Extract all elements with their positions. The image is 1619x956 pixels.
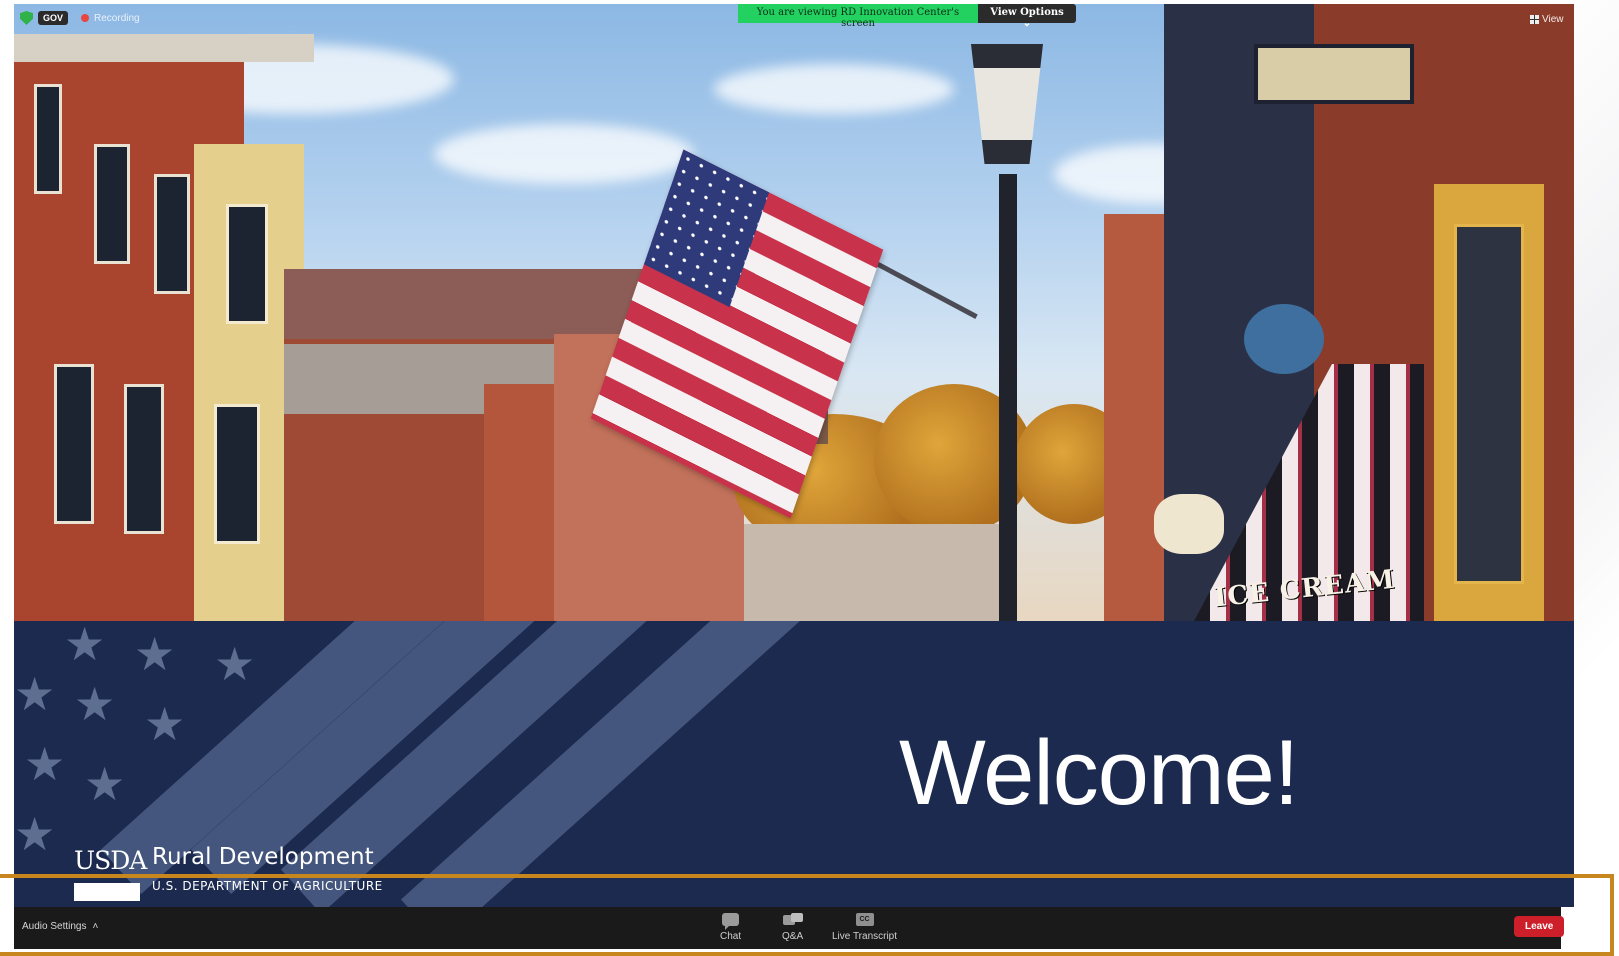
recording-label: Recording (94, 12, 140, 24)
view-options-button[interactable]: View Options ⌄ (978, 4, 1076, 29)
grid-view-icon (1530, 15, 1539, 24)
audio-settings-label: Audio Settings (22, 921, 87, 932)
meeting-status: GOV Recording (20, 11, 140, 25)
qa-label: Q&A (782, 931, 804, 942)
slide-photo: ICE CREAM (14, 4, 1574, 621)
usda-logo-block (74, 883, 140, 901)
usda-logo: USDA (74, 846, 147, 875)
chat-label: Chat (720, 931, 742, 942)
chevron-up-icon: ˄ (92, 921, 99, 932)
lamp-post (999, 174, 1017, 621)
welcome-heading: Welcome! (899, 722, 1299, 824)
agency-name: Rural Development (152, 844, 374, 870)
live-transcript-label: Live Transcript (832, 931, 898, 942)
qa-icon (782, 913, 803, 926)
security-shield-icon[interactable] (20, 11, 33, 25)
meeting-controls-bar: Audio Settings ˄ Chat Q&A CC Live Transc… (14, 907, 1565, 949)
chat-button[interactable]: Chat (720, 911, 741, 942)
leave-button[interactable]: Leave (1514, 916, 1565, 937)
view-toggle-button[interactable]: View (1530, 14, 1564, 25)
view-label: View (1542, 14, 1564, 25)
left-margin (0, 0, 14, 956)
chat-icon (722, 913, 740, 930)
screen-share-banner: You are viewing RD Innovation Center's s… (738, 4, 1076, 29)
recording-dot-icon (81, 14, 90, 22)
usda-logo-underline (74, 875, 140, 878)
street-lamp (971, 44, 1043, 164)
share-message: You are viewing RD Innovation Center's s… (738, 4, 978, 29)
shared-screen: ICE CREAM ★ ★ ★ ★ ★ ★ ★ ★ ★ Welcome! USD… (14, 4, 1574, 907)
closed-caption-icon: CC (855, 913, 874, 926)
audio-settings-button[interactable]: Audio Settings ˄ (22, 921, 98, 932)
slide-footer-band: ★ ★ ★ ★ ★ ★ ★ ★ ★ Welcome! USDA Rural De… (14, 621, 1574, 907)
live-transcript-button[interactable]: CC Live Transcript (832, 911, 897, 942)
qa-button[interactable]: Q&A (782, 911, 803, 942)
agency-subtitle: U.S. DEPARTMENT OF AGRICULTURE (152, 879, 383, 893)
gov-badge: GOV (38, 11, 69, 25)
